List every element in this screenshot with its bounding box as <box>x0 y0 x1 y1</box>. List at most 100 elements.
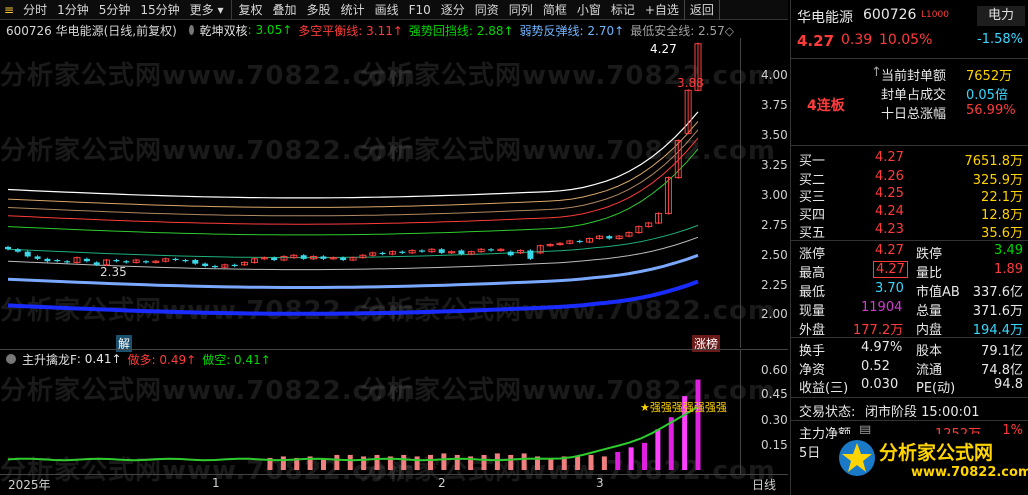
sub-y-tick-label: 0.15 <box>761 438 788 452</box>
sub-bar <box>521 453 527 470</box>
candle-body[interactable] <box>113 260 120 262</box>
sub-bar <box>454 454 460 470</box>
sub-bar <box>414 456 420 470</box>
candle-body[interactable] <box>182 260 189 262</box>
x-tick-label: 3 <box>596 476 604 490</box>
candle-body[interactable] <box>606 236 613 239</box>
candle-body[interactable] <box>5 246 11 250</box>
period-label[interactable]: 日线 <box>752 476 776 493</box>
candle-body[interactable] <box>576 240 583 243</box>
sub-indicator-name[interactable]: 主升擒龙F <box>22 351 77 368</box>
sub-bar <box>588 454 594 470</box>
toolbar-item-add-watchlist[interactable]: +自选 <box>640 0 684 20</box>
trade-status-label: 交易状态: <box>799 405 856 420</box>
toolbar-item-tick[interactable]: 逐分 <box>436 0 470 20</box>
envelope-line <box>7 137 699 225</box>
candle-body[interactable] <box>340 257 347 261</box>
sub-bar <box>280 456 286 470</box>
toolbar-item-mark[interactable]: 标记 <box>606 0 640 20</box>
back-button[interactable]: 返回 <box>683 0 720 20</box>
sub-line <box>7 406 699 462</box>
toolbar-item-f10[interactable]: F10 <box>404 0 436 20</box>
sub-y-tick-label: 0.30 <box>761 413 788 427</box>
indicator-name[interactable]: 乾坤双核 <box>200 22 248 39</box>
candle-body[interactable] <box>192 260 199 264</box>
sub-indicator-chart[interactable] <box>0 368 740 474</box>
y-tick-label: 3.25 <box>761 158 788 172</box>
candle-body[interactable] <box>93 262 100 265</box>
quote-panel: 华电能源 600726 L1000 电力 4.27 0.39 10.05% -1… <box>790 0 1028 495</box>
star-logo-icon <box>839 440 875 476</box>
last-price: 4.27 <box>797 32 835 50</box>
candle-body[interactable] <box>202 263 209 267</box>
candle-body[interactable] <box>507 251 514 256</box>
stat-label: 换手 <box>799 344 826 359</box>
toolbar-item-adjust[interactable]: 复权 <box>234 0 268 20</box>
candle-body[interactable] <box>300 255 307 259</box>
toolbar-item-5min[interactable]: 5分钟 <box>94 0 136 20</box>
gear-icon[interactable] <box>188 25 194 35</box>
candle-body[interactable] <box>458 250 465 255</box>
candle-body[interactable] <box>320 256 327 259</box>
candle-body[interactable] <box>379 252 386 255</box>
limit-up-price: 4.27 <box>875 243 904 258</box>
y-tick-label: 2.00 <box>761 307 788 321</box>
toolbar-item-stats[interactable]: 统计 <box>336 0 370 20</box>
candle-body[interactable] <box>438 249 445 253</box>
candle-body[interactable] <box>54 260 61 262</box>
toolbar-item-same-fund[interactable]: 同资 <box>470 0 504 20</box>
turnover: 4.97% <box>861 340 903 355</box>
inner-volume: 194.4万 <box>972 323 1023 338</box>
stat-label: 现量 <box>799 304 826 319</box>
candlestick-chart[interactable] <box>0 38 740 348</box>
site-logo: 分析家公式网 www.70822.com <box>837 434 1028 490</box>
day-range-label[interactable]: 5日 <box>799 442 820 461</box>
toolbar-item-simple[interactable]: 简框 <box>538 0 572 20</box>
stat-label: 股本 <box>916 344 943 359</box>
toolbar-item-intraday[interactable]: 分时 <box>18 0 52 20</box>
axis-divider <box>740 350 741 474</box>
candle-body[interactable] <box>123 261 130 263</box>
toolbar-item-draw[interactable]: 画线 <box>370 0 404 20</box>
envelope-line <box>7 129 699 217</box>
candle-body[interactable] <box>64 261 71 263</box>
toolbar-item-1min[interactable]: 1分钟 <box>52 0 94 20</box>
x-tick-label: 2025年 <box>8 478 51 492</box>
candle-body[interactable] <box>399 251 406 253</box>
sub-indicator-value: : 0.41↑ <box>76 352 122 366</box>
sub-bar <box>481 454 487 470</box>
toolbar-item-multi[interactable]: 多股 <box>302 0 336 20</box>
candle-body[interactable] <box>231 264 238 267</box>
candle-body[interactable] <box>172 258 179 261</box>
candle-body[interactable] <box>419 250 425 252</box>
chevron-down-icon: ▾ <box>217 2 224 17</box>
candle-body[interactable] <box>34 256 41 259</box>
toolbar-item-small-window[interactable]: 小窗 <box>572 0 606 20</box>
candle-body[interactable] <box>143 261 149 263</box>
low-price-label: 2.35 <box>100 265 127 279</box>
ten-day-gain: 56.99% <box>966 103 1016 118</box>
menu-icon[interactable]: ≡ <box>0 0 18 20</box>
candle-body[interactable] <box>83 258 90 262</box>
gear-icon[interactable] <box>6 354 16 364</box>
sub-bars <box>267 379 701 470</box>
toolbar-item-overlay[interactable]: 叠加 <box>268 0 302 20</box>
high-price: 4.27 <box>873 261 908 278</box>
toolbar-item-same-list[interactable]: 同列 <box>504 0 538 20</box>
x-tick-label: 1 <box>212 476 220 490</box>
candle-body[interactable] <box>488 249 494 251</box>
logo-url: www.70822.com <box>911 465 1028 480</box>
candle-body[interactable] <box>44 258 51 262</box>
sub-bar <box>508 454 514 470</box>
sector-button[interactable]: 电力 <box>977 6 1025 26</box>
price-change-pct: 10.05% <box>879 32 933 48</box>
candle-body[interactable] <box>527 250 534 259</box>
toolbar-item-more[interactable]: 更多 ▾ <box>185 0 232 20</box>
high-price-label: 4.27 <box>650 42 677 56</box>
candle-body[interactable] <box>212 266 218 268</box>
candle-body[interactable] <box>24 251 31 257</box>
stat-label: 外盘 <box>799 323 826 338</box>
candle-body[interactable] <box>14 249 21 252</box>
candle-body[interactable] <box>271 257 278 261</box>
toolbar-item-15min[interactable]: 15分钟 <box>135 0 184 20</box>
